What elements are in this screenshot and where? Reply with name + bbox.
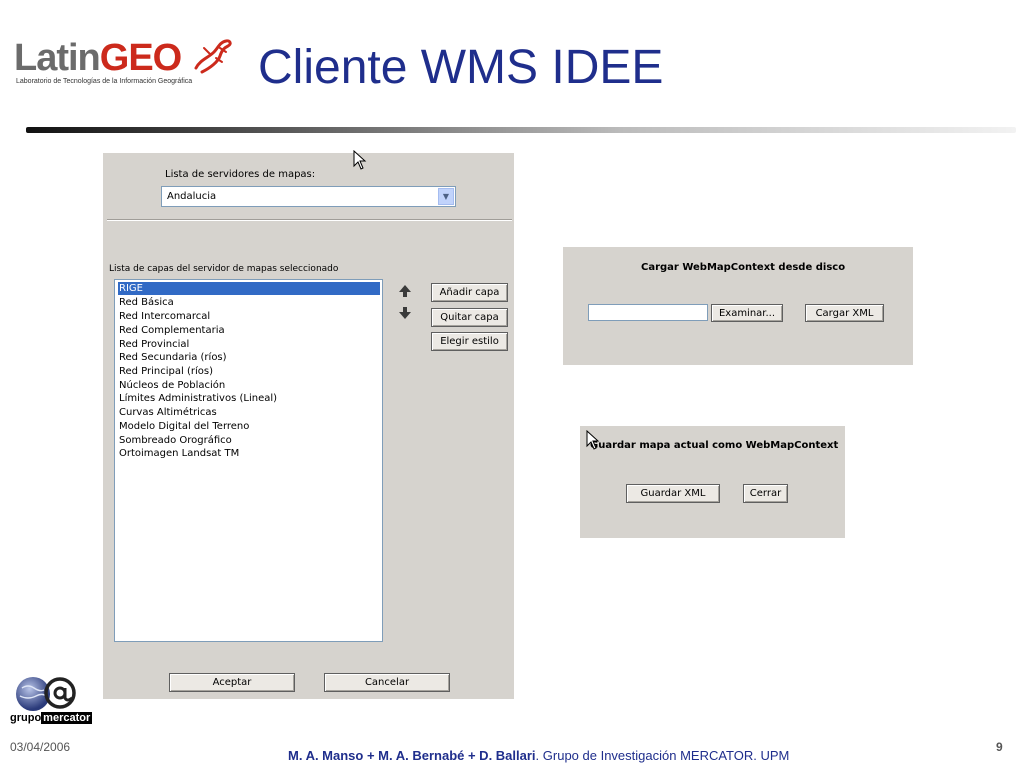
footer-credits: M. A. Manso + M. A. Bernabé + D. Ballari…: [288, 748, 789, 763]
arrow-up-icon[interactable]: [398, 284, 412, 298]
save-context-panel: Guardar mapa actual como WebMapContext G…: [580, 426, 845, 538]
layers-label: Lista de capas del servidor de mapas sel…: [109, 264, 339, 274]
list-item[interactable]: Sombreado Orográfico: [118, 434, 380, 447]
save-panel-title: Guardar mapa actual como WebMapContext: [590, 440, 839, 451]
list-item[interactable]: Modelo Digital del Terreno: [118, 420, 380, 433]
add-layer-button[interactable]: Añadir capa: [431, 283, 508, 302]
mouse-cursor-icon: [586, 430, 600, 450]
mercator-band: grupo mercator: [10, 712, 102, 727]
list-item[interactable]: Red Provincial: [118, 338, 380, 351]
logo-geo: GEO: [99, 37, 182, 79]
server-list-label: Lista de servidores de mapas:: [165, 169, 316, 180]
list-item[interactable]: Curvas Altimétricas: [118, 406, 380, 419]
footer-date: 03/04/2006: [10, 740, 71, 754]
logo-grupo: grupo: [10, 712, 42, 724]
layers-panel: Lista de servidores de mapas: Andalucia …: [103, 153, 514, 699]
list-item[interactable]: Red Básica: [118, 296, 380, 309]
close-button[interactable]: Cerrar: [743, 484, 788, 503]
server-select-value: Andalucia: [167, 191, 217, 202]
list-item[interactable]: Red Principal (ríos): [118, 365, 380, 378]
page-number: 9: [996, 740, 1003, 754]
globe-at-icon: [16, 677, 76, 711]
logo-wordmark: LatinGEO: [14, 37, 182, 79]
layers-listbox[interactable]: RIGE Red Básica Red Intercomarcal Red Co…: [114, 279, 383, 642]
load-xml-button[interactable]: Cargar XML: [805, 304, 884, 322]
list-item[interactable]: RIGE: [118, 282, 380, 295]
list-item[interactable]: Red Complementaria: [118, 324, 380, 337]
browse-button[interactable]: Examinar...: [711, 304, 783, 322]
cancel-button[interactable]: Cancelar: [324, 673, 450, 692]
slide-title: Cliente WMS IDEE: [258, 41, 664, 94]
lizard-icon: [194, 39, 232, 74]
file-path-input[interactable]: [588, 304, 708, 321]
grupo-mercator-logo: grupo mercator: [10, 672, 102, 728]
logo-latin: Latin: [14, 37, 101, 79]
logo-subtitle: Laboratorio de Tecnologías de la Informa…: [16, 78, 193, 85]
logo-mercator: mercator: [41, 712, 93, 724]
arrow-down-icon[interactable]: [398, 306, 412, 320]
list-item[interactable]: Núcleos de Población: [118, 379, 380, 392]
remove-layer-button[interactable]: Quitar capa: [431, 308, 508, 327]
footer-authors: M. A. Manso + M. A. Bernabé + D. Ballari: [288, 748, 536, 763]
accept-button[interactable]: Aceptar: [169, 673, 295, 692]
save-xml-button[interactable]: Guardar XML: [626, 484, 720, 503]
mouse-cursor-icon: [353, 150, 367, 170]
chevron-down-icon[interactable]: ▼: [438, 188, 454, 205]
section-divider: [107, 219, 512, 221]
list-item[interactable]: Red Secundaria (ríos): [118, 351, 380, 364]
load-panel-title: Cargar WebMapContext desde disco: [641, 262, 846, 273]
load-context-panel: Cargar WebMapContext desde disco Examina…: [563, 247, 913, 365]
footer-group: . Grupo de Investigación MERCATOR. UPM: [535, 748, 790, 763]
title-divider: [26, 127, 1016, 133]
server-select[interactable]: Andalucia ▼: [161, 186, 456, 207]
choose-style-button[interactable]: Elegir estilo: [431, 332, 508, 351]
latingeo-logo: LatinGEO Laboratorio de Tecnologías de l…: [14, 37, 232, 90]
list-item[interactable]: Ortoimagen Landsat TM: [118, 447, 380, 460]
list-item[interactable]: Límites Administrativos (Lineal): [118, 392, 380, 405]
list-item[interactable]: Red Intercomarcal: [118, 310, 380, 323]
